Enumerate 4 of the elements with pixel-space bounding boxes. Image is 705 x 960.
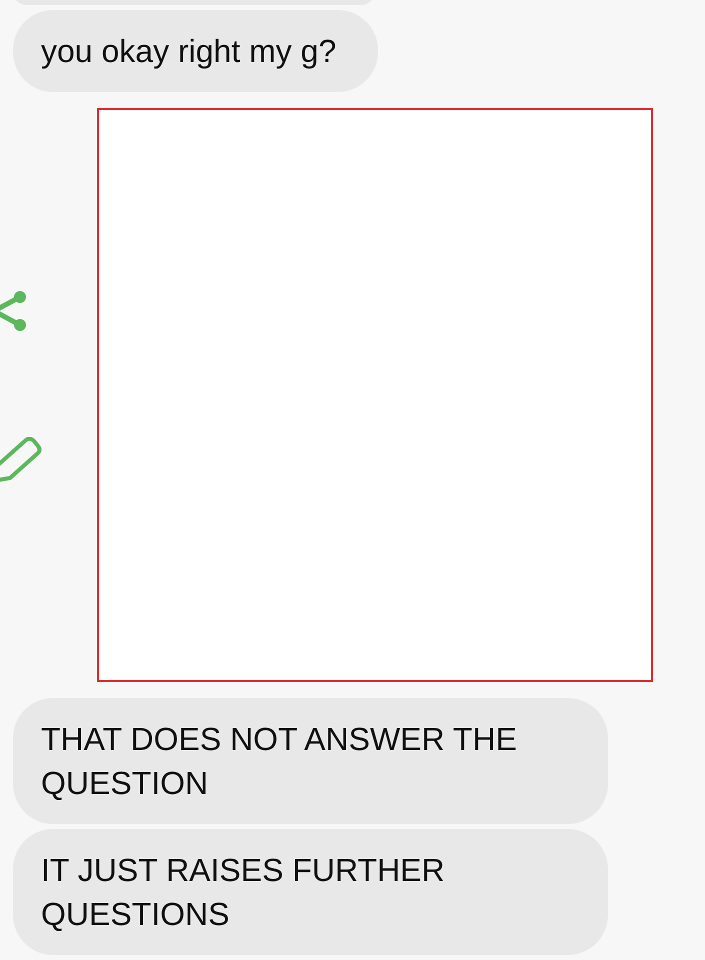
- message-bubble: you okay right my g?: [13, 10, 378, 92]
- message-bubble: THAT DOES NOT ANSWER THE QUESTION: [13, 698, 608, 824]
- pencil-icon[interactable]: [0, 437, 44, 483]
- message-bubble: IT JUST RAISES FURTHER QUESTIONS: [13, 829, 608, 955]
